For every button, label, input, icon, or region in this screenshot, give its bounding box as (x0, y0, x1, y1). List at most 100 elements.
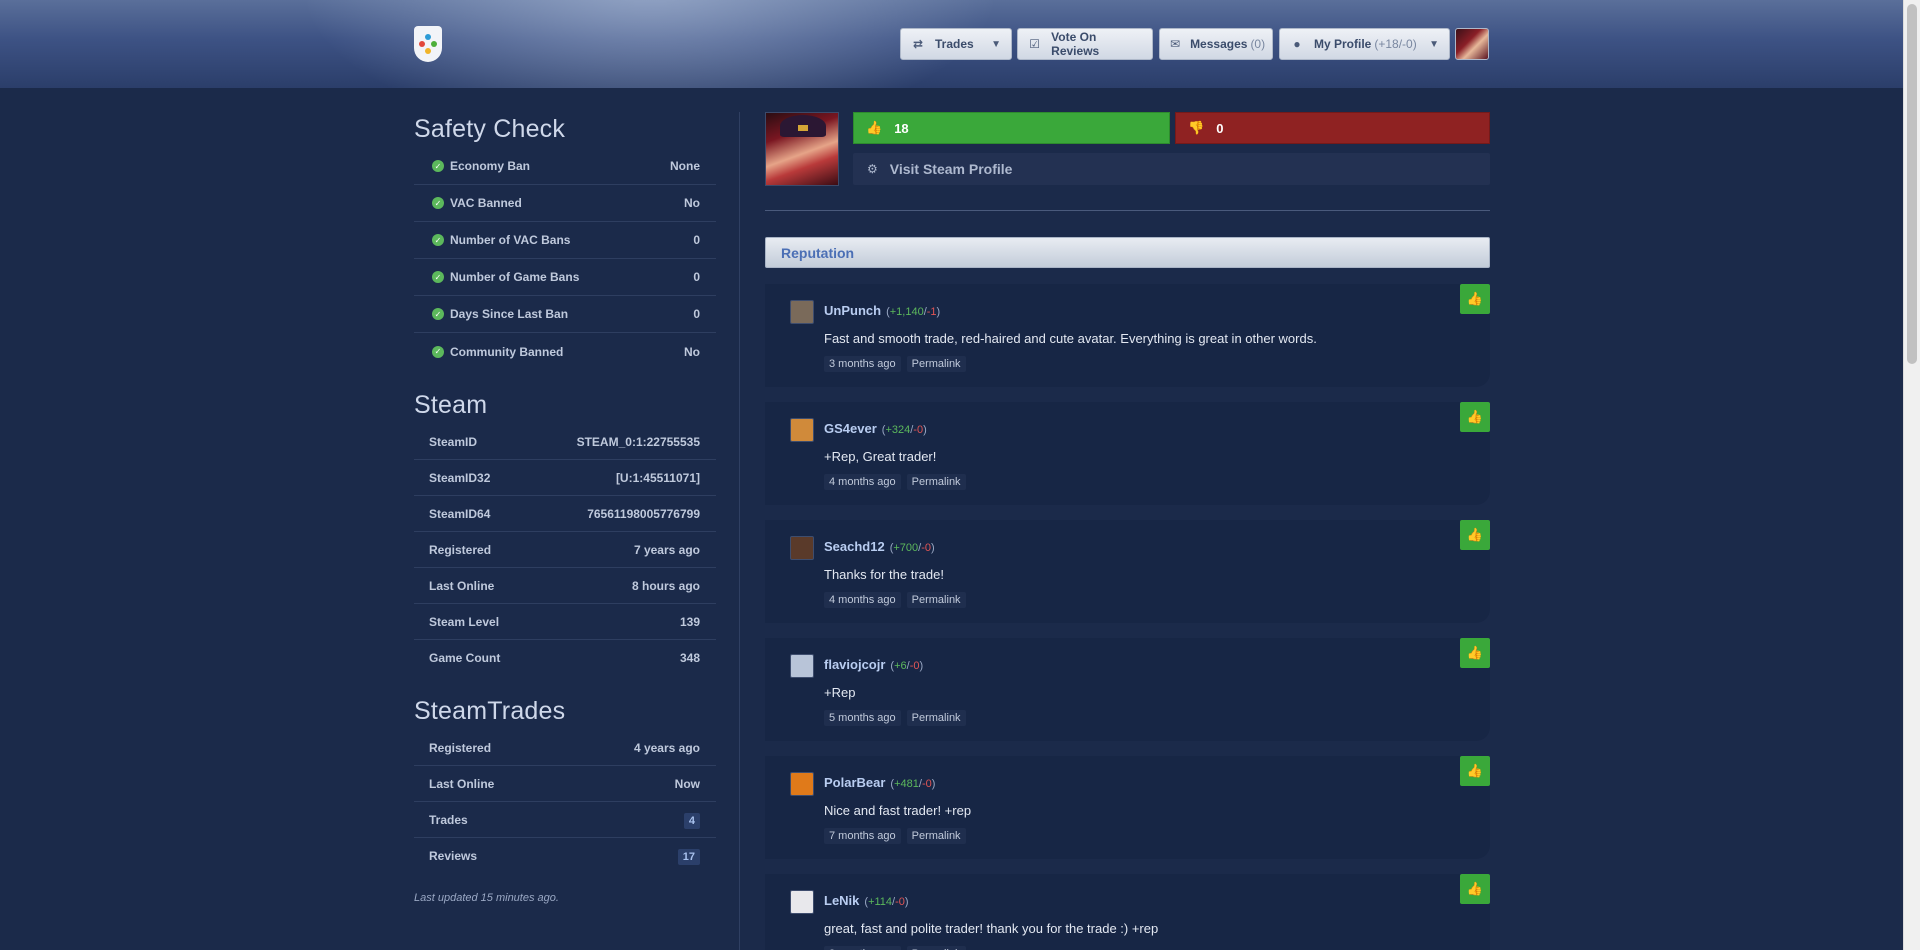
permalink-link[interactable]: Permalink (906, 710, 966, 726)
reviewer-score: (+114/-0) (864, 896, 909, 908)
reviewer-name-text[interactable]: PolarBear (824, 775, 885, 790)
reviewer-name-text[interactable]: Seachd12 (824, 539, 885, 554)
reviewer-negative: -0 (913, 424, 924, 436)
visit-steam-profile-button[interactable]: ⚙ Visit Steam Profile (853, 153, 1490, 185)
chevron-down-icon: ▼ (1429, 38, 1439, 50)
review-time: 5 months ago (824, 710, 901, 726)
review-meta: 7 months ago Permalink (824, 828, 966, 844)
review-time: 3 months ago (824, 356, 901, 372)
steamtrades-label: Trades (429, 812, 468, 827)
reviewer-avatar[interactable] (790, 772, 814, 796)
trades-label: Trades (935, 37, 974, 51)
reviewer-score: (+324/-0) (881, 424, 927, 436)
visit-steam-profile-label: Visit Steam Profile (889, 161, 1013, 177)
steamtrades-row: Registered 4 years ago (414, 730, 716, 766)
scrollbar-thumb[interactable] (1907, 4, 1917, 364)
my-profile-dropdown-button[interactable]: ● My Profile (+18/-0) ▼ (1279, 28, 1450, 60)
safety-value: 0 (693, 233, 700, 247)
site-header: ⇄ Trades ▼ ☑ Vote On Reviews ✉ Messages … (0, 0, 1903, 88)
reviewer-negative: -0 (921, 542, 931, 554)
safety-row: ✓ VAC Banned No (414, 185, 716, 222)
reviewer-name[interactable]: PolarBear (+481/-0) (824, 775, 935, 790)
safety-label: Community Banned (450, 344, 564, 359)
safety-row: ✓ Number of Game Bans 0 (414, 259, 716, 296)
thumbs-up-icon: 👍 (1460, 284, 1490, 314)
safety-label: Number of Game Bans (450, 270, 580, 284)
reviewer-avatar[interactable] (790, 300, 814, 324)
reviewer-positive: +700 (893, 542, 919, 554)
site-logo[interactable] (414, 26, 442, 62)
safety-value: 0 (693, 307, 700, 321)
steamtrades-label: Registered (429, 740, 492, 755)
reviewer-name[interactable]: Seachd12 (+700/-0) (824, 539, 935, 554)
reviewer-avatar[interactable] (790, 536, 814, 560)
reviewer-name[interactable]: UnPunch (+1,140/-1) (824, 303, 940, 318)
permalink-link[interactable]: Permalink (906, 828, 966, 844)
steam-value: 76561198005776799 (587, 506, 700, 521)
reviewer-avatar[interactable] (790, 418, 814, 442)
review-card: 👍 PolarBear (+481/-0) Nice and fast trader!… (765, 756, 1490, 859)
review-card: 👍 LeNik (+114/-0) great, fast and polite tr… (765, 874, 1490, 950)
negative-rep-count: 0 (1216, 120, 1224, 136)
reviewer-name-text[interactable]: flaviojcojr (824, 657, 885, 672)
reputation-header: Reputation (765, 237, 1490, 268)
check-circle-icon: ✓ (432, 160, 444, 172)
steam-row: SteamID STEAM_0:1:22755535 (414, 424, 716, 460)
review-time: 7 months ago (824, 828, 901, 844)
steam-label: SteamID (429, 434, 478, 449)
permalink-link[interactable]: Permalink (906, 946, 966, 950)
steamtrades-title: SteamTrades (414, 697, 566, 725)
permalink-link[interactable]: Permalink (906, 356, 966, 372)
my-profile-rep: (+18/-0) (1374, 37, 1417, 51)
safety-label: Number of VAC Bans (450, 233, 571, 247)
reviewer-name[interactable]: flaviojcojr (+6/-0) (824, 657, 923, 672)
column-divider (739, 112, 740, 950)
steam-label: Registered (429, 542, 492, 557)
reviewer-name-text[interactable]: LeNik (824, 893, 859, 908)
reviewer-name-text[interactable]: GS4ever (824, 421, 877, 436)
steam-label: Last Online (429, 578, 495, 593)
steam-value: [U:1:45511071] (615, 470, 700, 485)
check-circle-icon: ✓ (432, 234, 444, 246)
trades-count-badge[interactable]: 4 (683, 812, 700, 829)
steam-value: 7 years ago (633, 542, 700, 557)
steamtrades-value: Now (674, 776, 700, 791)
review-time: 8 months ago (824, 946, 901, 950)
page-scrollbar[interactable] (1903, 0, 1920, 950)
reviewer-positive: +1,140 (889, 306, 924, 318)
user-avatar[interactable] (1455, 28, 1489, 60)
messages-count: (0) (1250, 37, 1266, 51)
reviewer-negative: -0 (895, 896, 905, 908)
reviewer-name[interactable]: LeNik (+114/-0) (824, 893, 909, 908)
thumbs-up-icon: 👍 (1460, 874, 1490, 904)
steamtrades-row: Last Online Now (414, 766, 716, 802)
reviewer-avatar[interactable] (790, 890, 814, 914)
reviews-count-badge[interactable]: 17 (677, 849, 700, 865)
review-text: Thanks for the trade! (824, 567, 944, 582)
permalink-link[interactable]: Permalink (906, 474, 966, 490)
permalink-link[interactable]: Permalink (906, 592, 966, 608)
thumbs-up-icon: 👍 (1460, 402, 1490, 432)
trades-dropdown-button[interactable]: ⇄ Trades ▼ (900, 28, 1012, 60)
positive-rep-count: 18 (894, 120, 909, 136)
check-circle-icon: ✓ (432, 271, 444, 283)
steam-value: 8 hours ago (631, 578, 700, 593)
reviews-row[interactable]: Reviews 17 (414, 838, 716, 874)
positive-rep-button[interactable]: 👍 18 (853, 112, 1170, 144)
steam-label: Game Count (429, 651, 501, 665)
vote-on-reviews-button[interactable]: ☑ Vote On Reviews (1017, 28, 1153, 60)
reviewer-score: (+481/-0) (890, 778, 936, 790)
negative-rep-button[interactable]: 👎 0 (1175, 112, 1490, 144)
reviewer-avatar[interactable] (790, 654, 814, 678)
review-text: Fast and smooth trade, red-haired and cu… (824, 331, 1317, 346)
swap-arrows-icon: ⇄ (912, 37, 924, 51)
reviewer-name-text[interactable]: UnPunch (824, 303, 881, 318)
steam-value: 139 (679, 614, 700, 629)
reviewer-score: (+700/-0) (889, 542, 935, 554)
messages-button[interactable]: ✉ Messages (0) (1159, 28, 1273, 60)
review-card: 👍 flaviojcojr (+6/-0) +Rep 5 months ago Perma… (765, 638, 1490, 741)
messages-label: Messages (1190, 37, 1248, 51)
steam-value: STEAM_0:1:22755535 (576, 434, 700, 449)
trades-row[interactable]: Trades 4 (414, 802, 716, 838)
reviewer-name[interactable]: GS4ever (+324/-0) (824, 421, 927, 436)
